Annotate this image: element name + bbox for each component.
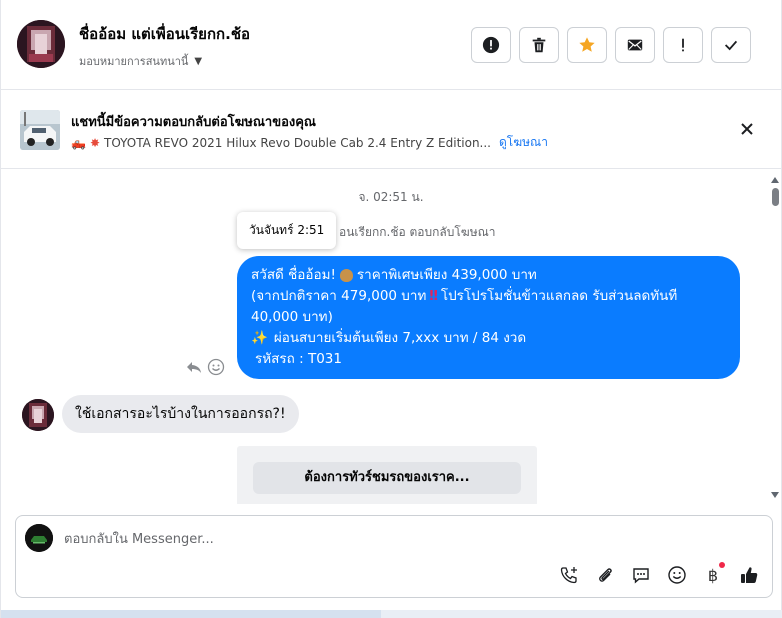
contact-avatar-small[interactable] <box>22 399 54 431</box>
sparkles-icon: ✨ <box>251 330 268 346</box>
trash-icon <box>532 37 546 53</box>
thumbs-up-icon <box>741 567 758 583</box>
emoji-button[interactable] <box>666 564 688 586</box>
delete-button[interactable] <box>519 27 559 63</box>
baht-icon: ฿ <box>707 565 719 585</box>
timestamp-divider: จ. 02:51 น. <box>358 190 424 204</box>
done-button[interactable] <box>711 27 751 63</box>
car-code-text: รหัสรถ : T031 <box>255 351 342 367</box>
message-thread: จ. 02:51 น. อนเรียกก.ช้อ ตอบกลับโฆษณา วั… <box>1 170 781 504</box>
contact-avatar[interactable] <box>17 20 65 68</box>
mark-unread-button[interactable] <box>615 27 655 63</box>
message-actions <box>185 358 225 376</box>
quick-reply-card: ต้องการทัวร์ชมรถของเราค... <box>237 446 537 504</box>
emoji-icon <box>668 566 686 584</box>
composer-toolbar: ฿ <box>558 562 760 586</box>
view-ad-link[interactable]: ดูโฆษณา <box>499 133 548 152</box>
ad-summary: 🛻 ✸ TOYOTA REVO 2021 Hilux Revo Double C… <box>71 133 548 152</box>
original-price-text: (จากปกติราคา 479,000 บาท <box>251 288 427 304</box>
paperclip-icon <box>599 568 612 582</box>
page-avatar <box>25 524 53 552</box>
follow-up-button[interactable] <box>663 27 703 63</box>
message-line: สวัสดี ชื่ออ้อม! ราคาพิเศษเพียง 439,000 … <box>251 265 726 286</box>
outgoing-message[interactable]: สวัสดี ชื่ออ้อม! ราคาพิเศษเพียง 439,000 … <box>237 256 740 379</box>
double-exclamation-icon: ‼ <box>429 288 438 304</box>
ad-reply-note: อนเรียกก.ช้อ ตอบกลับโฆษณา <box>339 225 496 239</box>
attach-button[interactable] <box>594 564 616 586</box>
timestamp-tooltip: วันจันทร์ 2:51 <box>237 212 337 249</box>
saved-replies-button[interactable] <box>630 564 652 586</box>
ad-banner-title: แชทนี้มีข้อความตอบกลับต่อโฆษณาของคุณ <box>71 115 316 130</box>
reply-icon[interactable] <box>185 358 203 376</box>
chat-scrollbar[interactable] <box>769 170 781 504</box>
phone-add-icon <box>560 567 577 584</box>
scroll-thumb[interactable] <box>772 188 779 206</box>
spam-button[interactable] <box>471 27 511 63</box>
installment-text: ผ่อนสบายเริ่มต้นเพียง 7,xxx บาท / 84 งวด <box>273 330 527 346</box>
ad-text: TOYOTA REVO 2021 Hilux Revo Double Cab 2… <box>104 135 491 150</box>
message-line: ✨ ผ่อนสบายเริ่มต้นเพียง 7,xxx บาท / 84 ง… <box>251 328 726 349</box>
exclamation-icon <box>682 38 684 52</box>
alert-circle-icon <box>482 36 500 54</box>
message-line: (จากปกติราคา 479,000 บาท ‼ โปรโปรโมชั่นข้า… <box>251 286 726 328</box>
saved-reply-icon <box>633 568 649 584</box>
scroll-down-arrow-icon[interactable] <box>771 492 779 498</box>
reply-input[interactable] <box>64 526 744 552</box>
greeting-text: สวัสดี ชื่ออ้อม! <box>251 267 336 283</box>
price-text: ราคาพิเศษเพียง 439,000 บาท <box>356 267 537 283</box>
incoming-message[interactable]: ใช้เอกสารอะไรบ้างในการออกรถ?! <box>62 395 299 433</box>
header-actions <box>471 27 751 63</box>
burst-emoji-icon: ✸ <box>89 135 101 150</box>
car-emoji-icon: 🛻 <box>71 135 86 150</box>
tour-request-button[interactable]: ต้องการทัวร์ชมรถของเราค... <box>253 462 521 494</box>
star-icon <box>579 37 595 52</box>
money-bag-icon <box>339 269 353 282</box>
messenger-conversation-panel: ชื่ออ้อม แต่เพื่อนเรียกก.ช้อ มอบหมายการส… <box>0 0 782 618</box>
message-line: รหัสรถ : T031 <box>251 349 726 370</box>
caret-down-icon: ▼ <box>194 55 203 67</box>
envelope-icon <box>627 39 643 51</box>
scroll-up-arrow-icon[interactable] <box>771 177 779 183</box>
message-composer: ฿ <box>15 515 773 598</box>
horizontal-scrollbar[interactable] <box>1 610 782 618</box>
contact-name[interactable]: ชื่ออ้อม แต่เพื่อนเรียกก.ช้อ <box>79 22 250 46</box>
assign-conversation-dropdown[interactable]: มอบหมายการสนทนานี้ ▼ <box>79 52 202 70</box>
check-icon <box>724 40 738 51</box>
assign-label: มอบหมายการสนทนานี้ <box>79 55 189 68</box>
payment-button[interactable]: ฿ <box>702 562 725 586</box>
close-icon[interactable] <box>739 121 755 137</box>
conversation-header: ชื่ออ้อม แต่เพื่อนเรียกก.ช้อ มอบหมายการส… <box>1 0 781 90</box>
notification-dot <box>719 562 725 568</box>
ad-thumbnail[interactable] <box>20 110 60 150</box>
horizontal-scroll-thumb[interactable] <box>1 610 381 618</box>
ad-reply-banner: แชทนี้มีข้อความตอบกลับต่อโฆษณาของคุณ 🛻 ✸… <box>1 91 781 169</box>
call-button[interactable] <box>558 564 580 586</box>
smiley-icon[interactable] <box>207 358 225 376</box>
like-button[interactable] <box>738 564 760 586</box>
star-button[interactable] <box>567 27 607 63</box>
